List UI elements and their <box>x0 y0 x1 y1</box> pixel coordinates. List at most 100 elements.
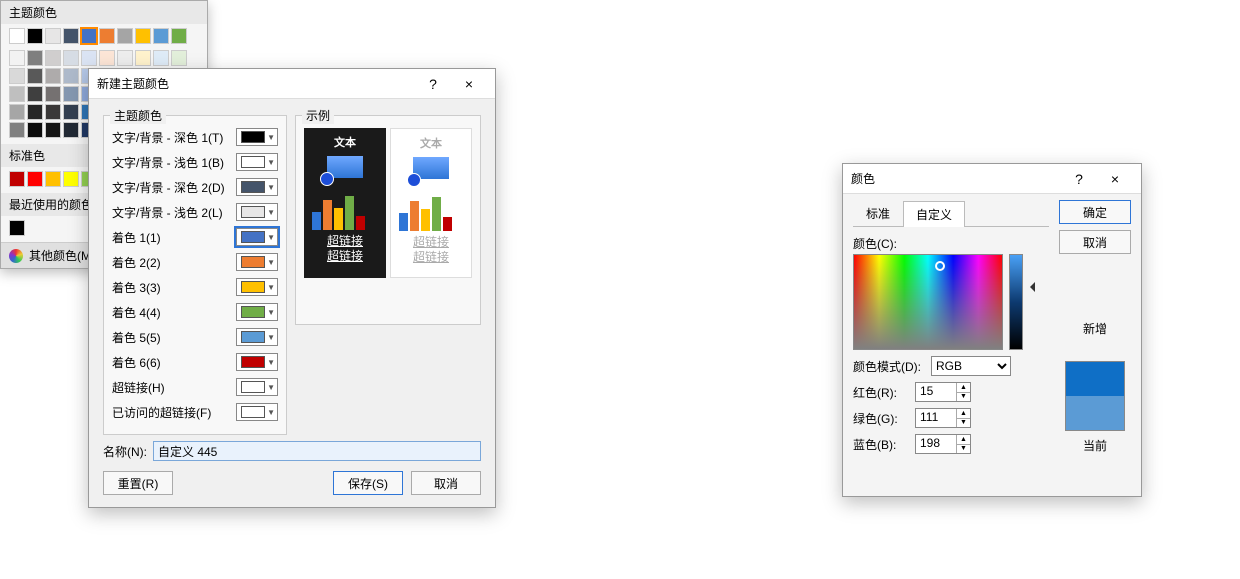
theme-shade-cell[interactable] <box>27 50 43 66</box>
red-spin[interactable]: 15▲▼ <box>915 382 971 402</box>
theme-shade-cell[interactable] <box>153 50 169 66</box>
theme-shade-cell[interactable] <box>45 104 61 120</box>
color-slot-swatch-button[interactable]: ▼ <box>236 253 278 271</box>
spin-down-icon[interactable]: ▼ <box>956 445 970 454</box>
theme-color-cell[interactable] <box>45 28 61 44</box>
theme-shade-cell[interactable] <box>45 68 61 84</box>
theme-shade-cell[interactable] <box>9 68 25 84</box>
color-slot-label: 文字/背景 - 浅色 1(B) <box>112 154 236 171</box>
theme-shade-cell[interactable] <box>9 122 25 138</box>
blue-spin[interactable]: 198▲▼ <box>915 434 971 454</box>
theme-shade-cell[interactable] <box>9 104 25 120</box>
theme-color-cell[interactable] <box>153 28 169 44</box>
dropdown-caret-icon: ▼ <box>267 233 275 242</box>
theme-shade-cell[interactable] <box>45 50 61 66</box>
name-label: 名称(N): <box>103 443 147 460</box>
theme-color-cell[interactable] <box>171 28 187 44</box>
theme-shade-cell[interactable] <box>27 104 43 120</box>
theme-shade-cell[interactable] <box>45 86 61 102</box>
color-slot-row: 超链接(H) ▼ <box>112 377 278 397</box>
color-slot-row: 文字/背景 - 浅色 2(L) ▼ <box>112 202 278 222</box>
color-slot-swatch-button[interactable]: ▼ <box>236 178 278 196</box>
theme-shade-cell[interactable] <box>45 122 61 138</box>
color-slot-swatch-button[interactable]: ▼ <box>236 403 278 421</box>
theme-name-input[interactable] <box>153 441 481 461</box>
theme-color-cell[interactable] <box>81 28 97 44</box>
sample-bar <box>410 201 419 231</box>
tab-standard[interactable]: 标准 <box>853 200 903 226</box>
theme-shade-cell[interactable] <box>63 68 79 84</box>
close-button[interactable]: × <box>1097 171 1133 187</box>
color-slot-swatch-button[interactable]: ▼ <box>236 228 278 246</box>
reset-button[interactable]: 重置(R) <box>103 471 173 495</box>
color-slot-label: 超链接(H) <box>112 379 236 396</box>
color-slot-label: 文字/背景 - 深色 1(T) <box>112 129 236 146</box>
green-spin[interactable]: 111▲▼ <box>915 408 971 428</box>
close-button[interactable]: × <box>451 76 487 92</box>
color-mode-select[interactable]: RGB <box>931 356 1011 376</box>
spin-up-icon[interactable]: ▲ <box>956 409 970 419</box>
theme-shade-cell[interactable] <box>9 50 25 66</box>
color-swatch <box>241 356 265 368</box>
theme-color-cell[interactable] <box>99 28 115 44</box>
theme-shade-cell[interactable] <box>63 50 79 66</box>
spin-up-icon[interactable]: ▲ <box>956 435 970 445</box>
spin-up-icon[interactable]: ▲ <box>956 383 970 393</box>
color-swatch <box>241 131 265 143</box>
theme-shade-cell[interactable] <box>63 86 79 102</box>
standard-color-cell[interactable] <box>63 171 79 187</box>
color-slot-swatch-button[interactable]: ▼ <box>236 303 278 321</box>
luminance-slider[interactable] <box>1009 254 1023 350</box>
standard-color-cell[interactable] <box>9 171 25 187</box>
spectrum-picker[interactable] <box>853 254 1003 350</box>
color-slot-swatch-button[interactable]: ▼ <box>236 328 278 346</box>
standard-color-cell[interactable] <box>27 171 43 187</box>
color-slot-row: 文字/背景 - 深色 1(T) ▼ <box>112 127 278 147</box>
spin-down-icon[interactable]: ▼ <box>956 419 970 428</box>
theme-shade-cell[interactable] <box>99 50 115 66</box>
spectrum-marker[interactable] <box>935 261 945 271</box>
theme-color-cell[interactable] <box>27 28 43 44</box>
color-slot-label: 着色 6(6) <box>112 354 236 371</box>
color-slot-swatch-button[interactable]: ▼ <box>236 353 278 371</box>
color-slot-swatch-button[interactable]: ▼ <box>236 128 278 146</box>
theme-shade-cell[interactable] <box>27 68 43 84</box>
theme-shade-cell[interactable] <box>63 104 79 120</box>
color-slot-swatch-button[interactable]: ▼ <box>236 203 278 221</box>
theme-color-cell[interactable] <box>63 28 79 44</box>
theme-shade-cell[interactable] <box>171 50 187 66</box>
tab-custom[interactable]: 自定义 <box>903 201 965 227</box>
theme-shade-cell[interactable] <box>9 86 25 102</box>
theme-color-cell[interactable] <box>117 28 133 44</box>
popup-section-theme: 主题颜色 <box>1 1 207 24</box>
theme-color-cell[interactable] <box>9 28 25 44</box>
recent-color-cell[interactable] <box>9 220 25 236</box>
color-slot-label: 着色 4(4) <box>112 304 236 321</box>
theme-shade-cell[interactable] <box>63 122 79 138</box>
dropdown-caret-icon: ▼ <box>267 258 275 267</box>
theme-shade-cell[interactable] <box>81 50 97 66</box>
save-button[interactable]: 保存(S) <box>333 471 403 495</box>
cancel-button[interactable]: 取消 <box>1059 230 1131 254</box>
color-slot-swatch-button[interactable]: ▼ <box>236 153 278 171</box>
dialog-title: 新建主题颜色 <box>97 75 415 92</box>
theme-shade-cell[interactable] <box>117 50 133 66</box>
standard-color-cell[interactable] <box>45 171 61 187</box>
sample-bar <box>399 213 408 231</box>
dropdown-caret-icon: ▼ <box>267 208 275 217</box>
spin-down-icon[interactable]: ▼ <box>956 393 970 402</box>
theme-shade-cell[interactable] <box>27 86 43 102</box>
sample-fieldset: 示例 文本 超链接超链接 文本 超链接超链接 <box>295 115 481 325</box>
color-slot-swatch-button[interactable]: ▼ <box>236 278 278 296</box>
help-button[interactable]: ? <box>1061 171 1097 187</box>
help-button[interactable]: ? <box>415 76 451 92</box>
theme-shade-cell[interactable] <box>135 50 151 66</box>
color-slot-swatch-button[interactable]: ▼ <box>236 378 278 396</box>
theme-shade-cell[interactable] <box>27 122 43 138</box>
theme-color-cell[interactable] <box>135 28 151 44</box>
color-swatch <box>241 206 265 218</box>
ok-button[interactable]: 确定 <box>1059 200 1131 224</box>
sample-hyperlink: 超链接 <box>310 234 380 249</box>
sample-bar <box>356 216 365 230</box>
cancel-button[interactable]: 取消 <box>411 471 481 495</box>
